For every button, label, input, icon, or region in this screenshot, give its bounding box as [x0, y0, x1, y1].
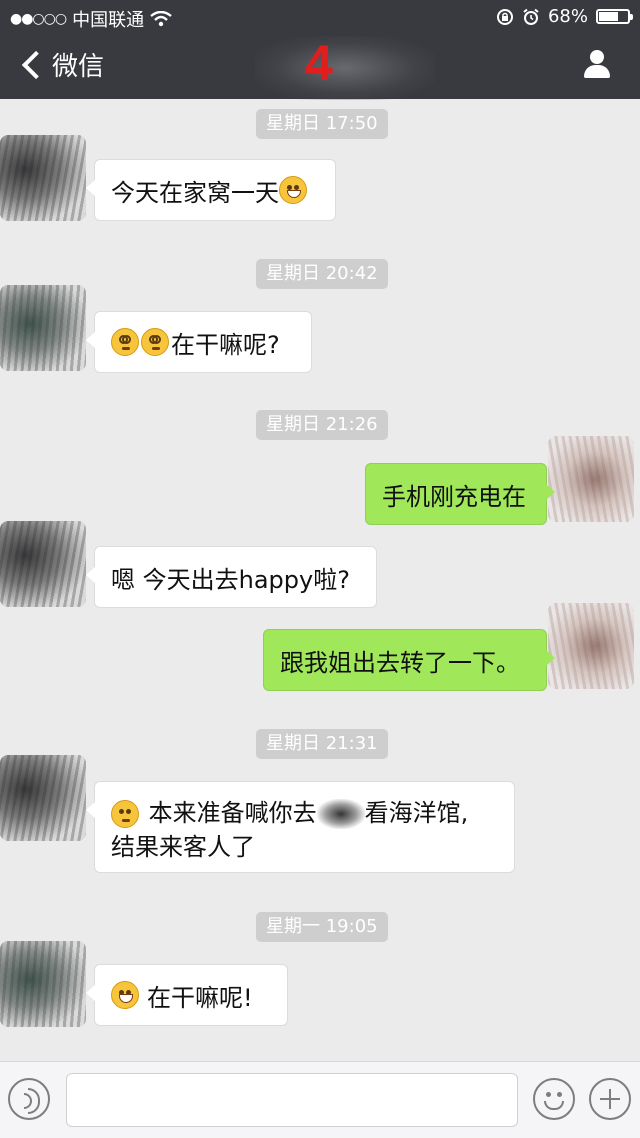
- chat-messages[interactable]: 星期日 17:50 今天在家窝一天 星期日 20:42 在干嘛呢? 星期日 21…: [0, 99, 640, 1061]
- message-input[interactable]: [66, 1073, 518, 1127]
- back-button[interactable]: 微信: [18, 46, 104, 83]
- input-bar: [0, 1061, 640, 1138]
- dizzy-face-emoji-icon: [111, 328, 139, 356]
- nav-bar: 微信 4: [0, 32, 640, 100]
- outgoing-message[interactable]: 跟我姐出去转了一下。: [263, 629, 555, 691]
- contact-profile-icon[interactable]: [582, 50, 612, 80]
- my-avatar[interactable]: [548, 436, 634, 522]
- incoming-message[interactable]: 嗯 今天出去happy啦?: [86, 546, 377, 608]
- dizzy-face-emoji-icon: [141, 328, 169, 356]
- contact-avatar[interactable]: [0, 755, 86, 841]
- timestamp: 星期日 21:31: [256, 729, 388, 759]
- top-bar: ●●○○○ 中国联通 68% 微信 4: [0, 0, 640, 100]
- timestamp: 星期日 17:50: [256, 109, 388, 139]
- timestamp: 星期一 19:05: [256, 912, 388, 942]
- chevron-left-icon: [21, 50, 51, 79]
- contact-avatar[interactable]: [0, 521, 86, 607]
- battery-percent: 68%: [547, 6, 588, 27]
- message-text: 在干嘛呢!: [147, 983, 253, 1012]
- alarm-icon: [523, 8, 539, 25]
- incoming-message[interactable]: 在干嘛呢?: [86, 311, 312, 373]
- message-text: 嗯 今天出去happy啦?: [111, 565, 350, 594]
- grinning-face-emoji-icon: [111, 981, 139, 1009]
- plus-icon[interactable]: [589, 1078, 631, 1120]
- message-text: 看海洋馆,: [364, 799, 469, 827]
- message-text: 手机刚充电在: [382, 482, 526, 511]
- message-text: 结果来客人了: [111, 833, 255, 861]
- incoming-message[interactable]: 今天在家窝一天: [86, 159, 336, 221]
- signal-strength-icon: ●●○○○: [10, 11, 67, 27]
- emoji-icon[interactable]: [533, 1078, 575, 1120]
- incoming-message[interactable]: 本来准备喊你去 看海洋馆, 结果来客人了: [86, 781, 515, 873]
- outgoing-message[interactable]: 手机刚充电在: [365, 463, 555, 525]
- back-label: 微信: [52, 52, 105, 82]
- tears-of-joy-emoji-icon: [279, 176, 307, 204]
- contact-avatar[interactable]: [0, 941, 86, 1027]
- redacted-title-blur: [255, 36, 435, 100]
- wifi-icon: [150, 11, 172, 27]
- chat-title: 4: [305, 35, 333, 91]
- timestamp: 星期日 20:42: [256, 259, 388, 289]
- rotation-lock-icon: [496, 8, 513, 25]
- contact-avatar[interactable]: [0, 135, 86, 221]
- voice-icon[interactable]: [8, 1078, 50, 1120]
- message-text: 跟我姐出去转了一下。: [280, 648, 520, 677]
- battery-icon: [596, 9, 633, 24]
- my-avatar[interactable]: [548, 603, 634, 689]
- redacted-place-blur: [316, 799, 365, 829]
- carrier-label: 中国联通: [72, 10, 145, 31]
- message-text: 本来准备喊你去: [148, 799, 317, 827]
- timestamp: 星期日 21:26: [256, 410, 388, 440]
- incoming-message[interactable]: 在干嘛呢!: [86, 964, 288, 1026]
- message-text: 在干嘛呢?: [171, 330, 280, 359]
- thinking-face-emoji-icon: [111, 800, 139, 828]
- message-text: 今天在家窝一天: [111, 178, 279, 207]
- status-bar: ●●○○○ 中国联通 68%: [0, 0, 640, 32]
- contact-avatar[interactable]: [0, 285, 86, 371]
